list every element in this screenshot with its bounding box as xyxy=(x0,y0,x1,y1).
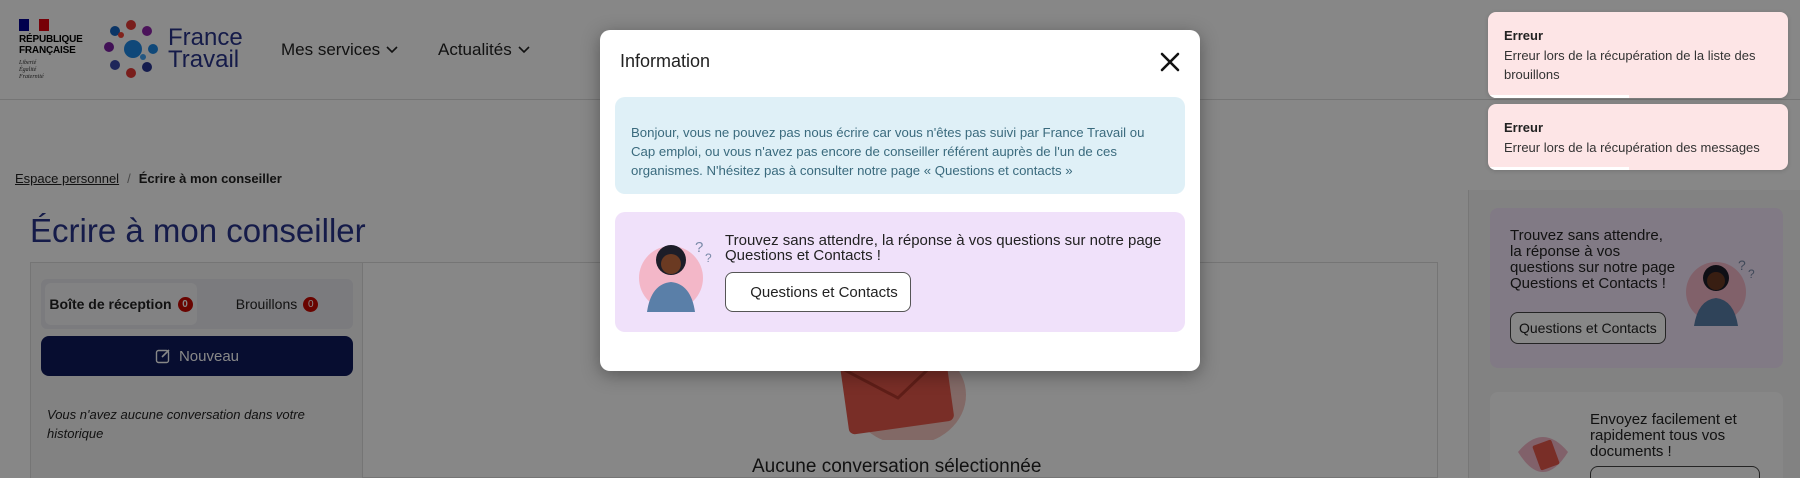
toast-message: Erreur lors de la récupération des messa… xyxy=(1504,140,1760,155)
error-toast-drafts[interactable]: Erreur Erreur lors de la récupération de… xyxy=(1488,12,1788,98)
close-icon[interactable] xyxy=(1156,48,1184,76)
svg-text:?: ? xyxy=(695,239,703,256)
information-dialog: Information Bonjour, vous ne pouvez pas … xyxy=(600,30,1200,371)
error-toast-messages[interactable]: Erreur Erreur lors de la récupération de… xyxy=(1488,104,1788,170)
dialog-title: Information xyxy=(620,51,711,71)
svg-text:?: ? xyxy=(705,251,712,265)
toast-title: Erreur xyxy=(1504,120,1544,135)
promo-text: Trouvez sans attendre, la réponse à vos … xyxy=(725,232,1162,264)
info-alert: Bonjour, vous ne pouvez pas nous écrire … xyxy=(615,97,1185,194)
toast-title: Erreur xyxy=(1504,28,1544,43)
toast-progress-bar xyxy=(1488,167,1629,170)
questions-contacts-button[interactable]: Questions et Contacts xyxy=(725,272,911,312)
thinking-woman-illustration: ? ? xyxy=(639,239,712,312)
toast-message: Erreur lors de la récupération de la lis… xyxy=(1504,48,1756,82)
faq-promo-card: ? ? Trouvez sans attendre, la réponse à … xyxy=(615,212,1185,332)
toast-progress-bar xyxy=(1488,95,1629,98)
